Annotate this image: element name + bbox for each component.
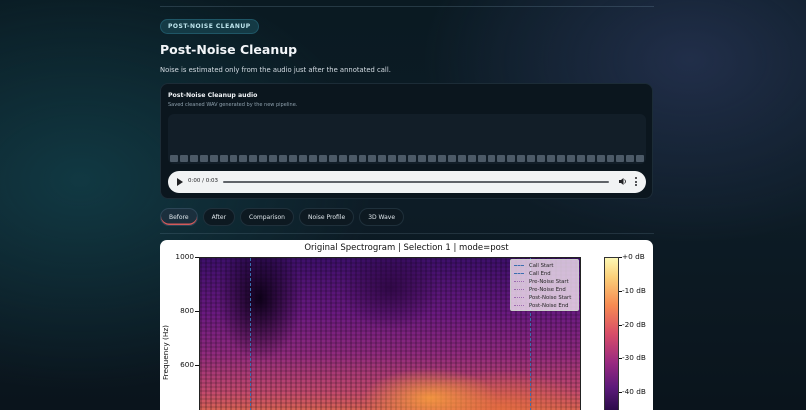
tab-comparison[interactable]: Comparison bbox=[240, 208, 294, 226]
y-tick-label: 600 bbox=[180, 360, 194, 369]
waveform-tick bbox=[418, 155, 426, 162]
y-axis-label: Frequency (Hz) bbox=[161, 324, 170, 380]
waveform-tick bbox=[348, 155, 357, 162]
more-options-icon[interactable] bbox=[634, 177, 638, 187]
top-divider bbox=[160, 6, 654, 7]
audio-player[interactable]: 0:00 / 0:03 bbox=[168, 171, 646, 193]
audio-description: Saved cleaned WAV generated by the new p… bbox=[168, 102, 298, 108]
waveform-tick bbox=[457, 155, 466, 162]
y-tick-label: 1000 bbox=[175, 252, 194, 261]
colorbar-tick-label: -30 dB bbox=[622, 353, 646, 362]
legend-entry: Pre-Noise End bbox=[514, 286, 566, 293]
waveform-tick bbox=[179, 155, 188, 162]
waveform-tick bbox=[328, 155, 337, 162]
tab-after[interactable]: After bbox=[202, 208, 236, 226]
colorbar bbox=[604, 257, 619, 410]
audio-scrubber[interactable] bbox=[223, 181, 609, 183]
waveform-tick bbox=[239, 155, 248, 162]
legend-entry: Post-Noise End bbox=[514, 302, 568, 309]
audio-card: Post-Noise Cleanup audio Saved cleaned W… bbox=[160, 83, 653, 199]
waveform-display[interactable] bbox=[168, 114, 646, 164]
tab-noise-profile[interactable]: Noise Profile bbox=[298, 208, 355, 226]
waveform-tick bbox=[408, 155, 417, 162]
waveform-tick bbox=[487, 155, 496, 162]
legend-entry: Post-Noise Start bbox=[514, 294, 571, 301]
view-tabs: Before After Comparison Noise Profile 3D… bbox=[160, 208, 405, 226]
waveform-tick bbox=[626, 155, 635, 162]
waveform-ticks bbox=[170, 155, 645, 162]
tab-before[interactable]: Before bbox=[160, 208, 198, 226]
waveform-tick bbox=[358, 155, 367, 162]
section-title: Post-Noise Cleanup bbox=[160, 42, 298, 57]
waveform-tick bbox=[636, 155, 645, 162]
waveform-tick bbox=[556, 155, 565, 162]
spectrogram-card: Original Spectrogram | Selection 1 | mod… bbox=[160, 240, 653, 410]
y-tick-label: 800 bbox=[180, 306, 194, 315]
legend-entry: Call Start bbox=[514, 262, 554, 269]
waveform-tick bbox=[219, 155, 228, 162]
waveform-tick bbox=[596, 155, 605, 162]
chart-title: Original Spectrogram | Selection 1 | mod… bbox=[304, 243, 509, 253]
colorbar-tick-label: +0 dB bbox=[622, 252, 645, 261]
waveform-tick bbox=[576, 155, 585, 162]
waveform-tick bbox=[467, 155, 476, 162]
waveform-tick bbox=[388, 155, 397, 162]
waveform-tick bbox=[616, 155, 625, 162]
waveform-tick bbox=[289, 155, 297, 162]
waveform-tick bbox=[189, 155, 198, 162]
waveform-tick bbox=[209, 155, 218, 162]
call-start-line bbox=[250, 258, 251, 410]
waveform-tick bbox=[586, 155, 595, 162]
section-subtitle: Noise is estimated only from the audio j… bbox=[160, 66, 391, 74]
waveform-tick bbox=[507, 155, 516, 162]
waveform-tick bbox=[378, 155, 387, 162]
tab-3d-wave[interactable]: 3D Wave bbox=[359, 208, 405, 226]
waveform-tick bbox=[279, 155, 288, 162]
waveform-tick bbox=[537, 155, 546, 162]
waveform-tick bbox=[229, 155, 238, 162]
waveform-tick bbox=[517, 155, 526, 162]
waveform-tick bbox=[527, 155, 536, 162]
waveform-tick bbox=[368, 155, 377, 162]
audio-time: 0:00 / 0:03 bbox=[188, 178, 219, 184]
audio-title: Post-Noise Cleanup audio bbox=[168, 92, 258, 99]
waveform-tick bbox=[318, 155, 327, 162]
legend-entry: Pre-Noise Start bbox=[514, 278, 569, 285]
waveform-tick bbox=[298, 155, 307, 162]
waveform-tick bbox=[199, 155, 208, 162]
colorbar-tick-label: -10 dB bbox=[622, 286, 646, 295]
waveform-tick bbox=[547, 155, 555, 162]
waveform-tick bbox=[338, 155, 347, 162]
waveform-tick bbox=[497, 155, 506, 162]
waveform-tick bbox=[606, 155, 615, 162]
section-badge: POST-NOISE CLEANUP bbox=[160, 19, 259, 34]
waveform-tick bbox=[437, 155, 446, 162]
waveform-tick bbox=[398, 155, 407, 162]
waveform-tick bbox=[308, 155, 317, 162]
colorbar-tick-label: -40 dB bbox=[622, 387, 646, 396]
waveform-tick bbox=[259, 155, 268, 162]
waveform-tick bbox=[170, 155, 178, 162]
waveform-tick bbox=[447, 155, 456, 162]
waveform-tick bbox=[269, 155, 278, 162]
tabs-divider bbox=[160, 233, 654, 234]
waveform-tick bbox=[427, 155, 436, 162]
volume-icon[interactable] bbox=[619, 177, 627, 186]
chart-legend: Call Start Call End Pre-Noise Start Pre-… bbox=[510, 259, 579, 311]
waveform-tick bbox=[566, 155, 575, 162]
legend-entry: Call End bbox=[514, 270, 551, 277]
colorbar-tick-label: -20 dB bbox=[622, 320, 646, 329]
waveform-tick bbox=[477, 155, 486, 162]
play-icon[interactable] bbox=[177, 178, 183, 186]
waveform-tick bbox=[249, 155, 258, 162]
